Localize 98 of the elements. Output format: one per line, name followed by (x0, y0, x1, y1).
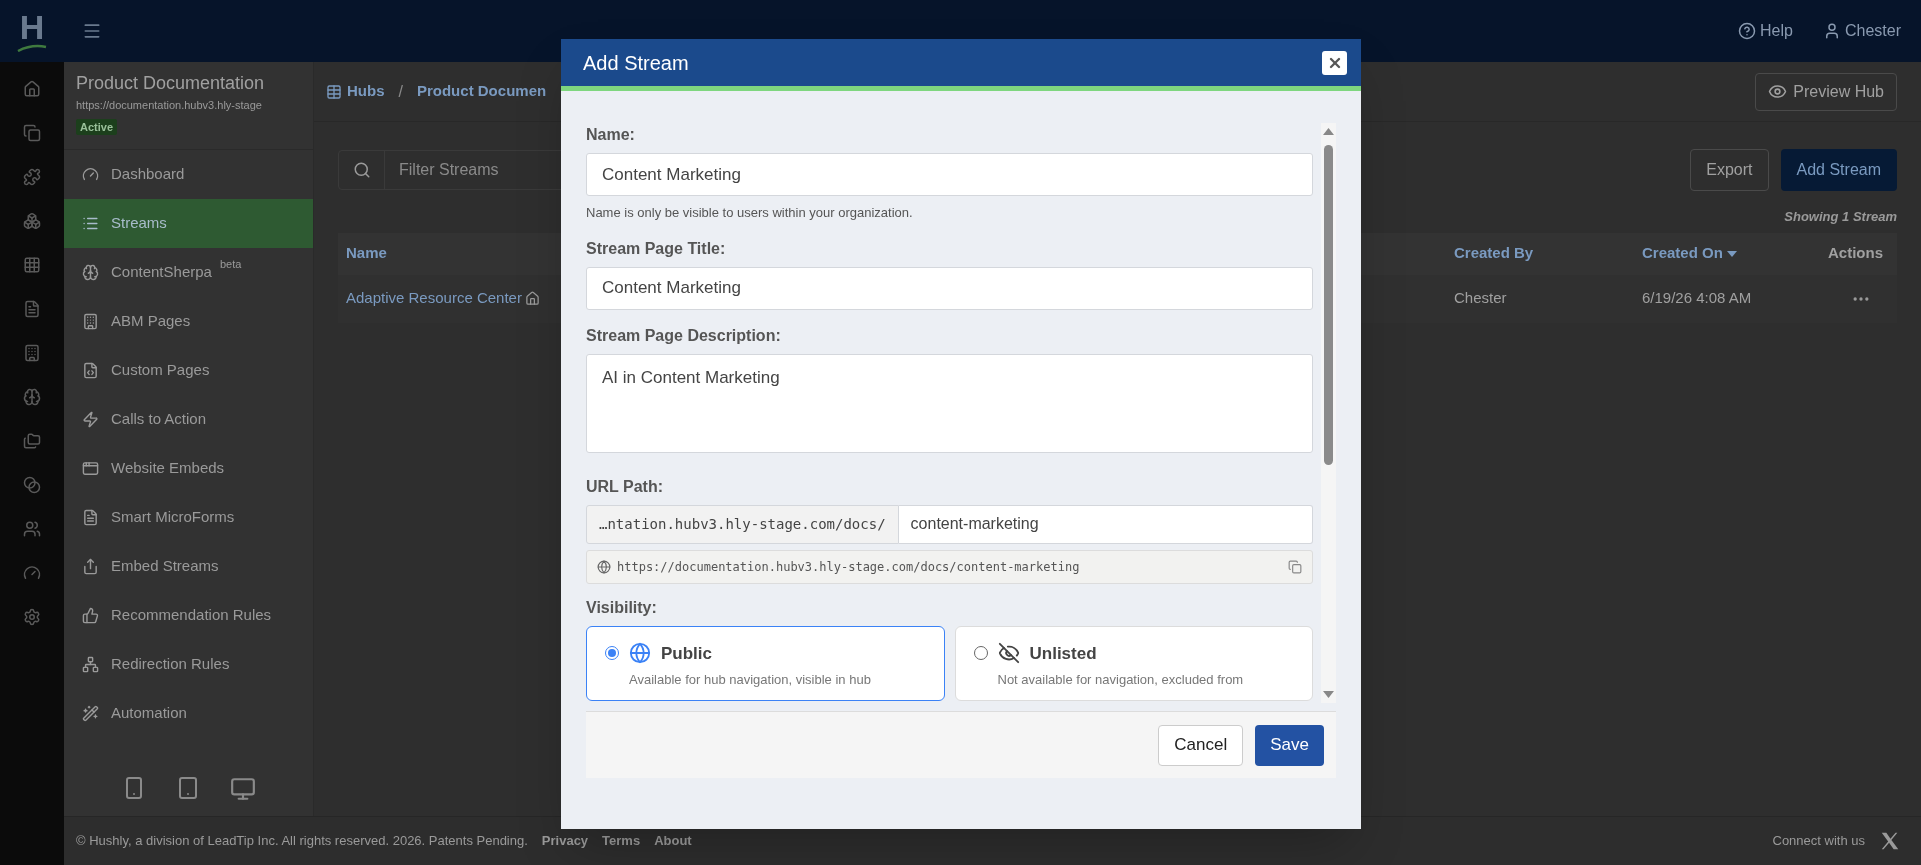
option-description: Available for hub navigation, visible in hub (629, 671, 871, 689)
sidebar-item[interactable]: Smart MicroForms (64, 493, 313, 542)
full-url: https://documentation.hubv3.hly-stage.com/docs/content-marketing (617, 558, 1080, 576)
footer-link[interactable]: About (654, 831, 692, 851)
code-file-icon (82, 362, 99, 379)
visibility-option[interactable]: Unlisted Not available for navigation, excluded from (954, 625, 1313, 701)
hub-title: Product Documentation (76, 72, 265, 95)
text-field[interactable]: Content Marketing (586, 153, 1313, 196)
share-icon (82, 558, 99, 575)
building-icon (82, 313, 99, 330)
magic-wand-icon (82, 705, 99, 722)
cancel-button[interactable]: Cancel (1158, 724, 1244, 766)
add-stream-button[interactable]: Add Stream (1780, 149, 1897, 191)
list-icon (82, 215, 99, 232)
copy-icon[interactable] (1288, 559, 1302, 574)
field-label: Stream Page Title: (586, 238, 726, 259)
status-badge: Active (76, 118, 118, 135)
eye-icon (1768, 82, 1788, 101)
users-icon[interactable] (23, 520, 41, 538)
sidebar-item[interactable]: ContentSherpa beta (64, 248, 313, 297)
logo[interactable]: H (17, 10, 47, 52)
user-menu[interactable]: Chester (1822, 19, 1901, 43)
breadcrumb-separator: / (398, 81, 403, 102)
sidebar-item[interactable]: Dashboard (64, 150, 313, 199)
gauge-icon (82, 166, 99, 183)
sidebar-item[interactable]: Streams (64, 199, 313, 248)
column-header[interactable]: Name (346, 242, 387, 265)
text-field[interactable]: Content Marketing (586, 266, 1313, 310)
sidebar-item[interactable]: Custom Pages (64, 346, 313, 395)
close-button[interactable] (1322, 50, 1347, 75)
option-title: Unlisted (1029, 642, 1097, 665)
connect-text: Connect with us (1772, 832, 1865, 851)
field-label: Visibility: (586, 597, 657, 618)
field-label: Stream Page Description: (586, 325, 781, 346)
building-icon[interactable] (23, 344, 41, 362)
globe-icon (597, 559, 611, 574)
help-text: Name is only be visible to users within your organization. (586, 204, 913, 222)
column-header[interactable]: Created By (1454, 242, 1534, 265)
thumbs-up-icon (82, 607, 99, 624)
dialog-title: Add Stream (583, 50, 689, 76)
beta-label: beta (219, 257, 242, 272)
sidebar-item[interactable]: Embed Streams (64, 542, 313, 591)
sort-caret-icon (1726, 250, 1737, 257)
url-prefix: …ntation.hubv3.hly-stage.com/docs/ (586, 504, 899, 544)
home-icon[interactable] (23, 80, 41, 98)
preview-hub-button[interactable]: Preview Hub (1755, 72, 1897, 111)
table-icon (326, 83, 342, 100)
table-cell-text: 6/19/26 4:08 AM (1642, 288, 1752, 309)
field-label: URL Path: (586, 476, 664, 497)
sidebar-item[interactable]: Redirection Rules (64, 640, 313, 689)
breadcrumb-link[interactable]: Hubs (347, 80, 385, 103)
export-button[interactable]: Export (1690, 149, 1769, 191)
eye-slash-icon (997, 642, 1020, 665)
document-icon[interactable] (23, 300, 41, 318)
help-link[interactable]: Help (1738, 19, 1793, 43)
lightning-icon (82, 411, 99, 428)
brain-icon (82, 264, 99, 281)
document-icon (82, 509, 99, 526)
sidebar-item[interactable]: ABM Pages (64, 297, 313, 346)
footer-link[interactable]: Terms (602, 831, 641, 851)
copyright-text: © Hushly, a division of LeadTip Inc. All rights reserved. 2026. Patents Pending. (76, 832, 528, 851)
window-icon (82, 460, 99, 477)
option-title: Public (661, 642, 712, 665)
column-header[interactable]: Created On (1642, 242, 1737, 265)
url-slug-field[interactable]: content-marketing (898, 504, 1313, 544)
circles-icon[interactable] (23, 476, 41, 494)
desktop-icon[interactable] (229, 776, 256, 802)
globe-icon (629, 642, 651, 665)
brain-icon[interactable] (23, 388, 41, 406)
sidebar-item[interactable]: Recommendation Rules (64, 591, 313, 640)
settings-icon[interactable] (23, 608, 41, 626)
footer-link[interactable]: Privacy (541, 831, 589, 851)
field-label: Name: (586, 125, 635, 145)
sidebar-item[interactable]: Calls to Action (64, 395, 313, 444)
save-button[interactable]: Save (1255, 724, 1324, 766)
option-description: Not available for navigation, excluded from (997, 671, 1244, 689)
help-icon (1738, 22, 1757, 40)
folders-icon[interactable] (23, 432, 41, 450)
grid-icon[interactable] (23, 256, 41, 274)
textarea-field[interactable]: AI in Content Marketing (586, 353, 1313, 453)
hierarchy-icon (82, 656, 99, 673)
x-logo-icon[interactable] (1879, 830, 1901, 852)
puzzle-icon[interactable] (23, 168, 41, 186)
stream-name-link[interactable]: Adaptive Resource Center (346, 287, 522, 310)
visibility-option[interactable]: Public Available for hub navigation, visible in hub (586, 625, 945, 701)
menu-icon[interactable] (82, 21, 102, 41)
search-icon (352, 161, 371, 179)
hub-url: https://documentation.hubv3.hly-stage (76, 98, 262, 113)
pages-icon[interactable] (23, 124, 41, 142)
table-cell-text: Chester (1454, 288, 1507, 309)
boxes-icon[interactable] (23, 212, 41, 230)
column-header: Actions (1828, 243, 1883, 264)
sidebar-item[interactable]: Automation (64, 689, 313, 738)
scrollbar[interactable] (1321, 123, 1336, 703)
sidebar-item[interactable]: Website Embeds (64, 444, 313, 493)
gauge-icon[interactable] (23, 564, 41, 582)
result-count: Showing 1 Stream (1784, 208, 1897, 226)
breadcrumb-current: Product Documen (416, 81, 547, 102)
